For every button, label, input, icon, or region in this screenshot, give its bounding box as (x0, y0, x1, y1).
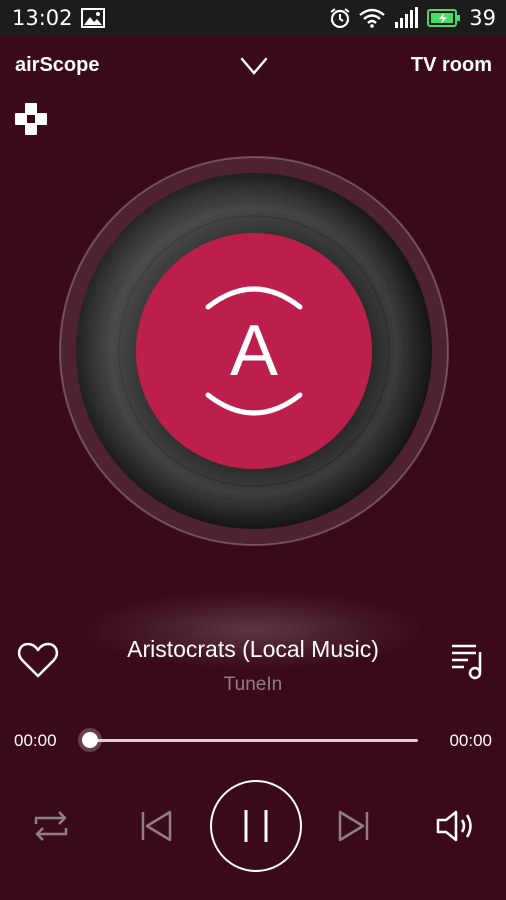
status-time: 13:02 (12, 6, 73, 30)
skip-previous-icon (141, 810, 172, 842)
collapse-button[interactable] (238, 50, 270, 82)
status-bar: 13:02 39 (0, 0, 506, 36)
battery-icon (427, 9, 461, 27)
tunein-icon[interactable] (14, 102, 48, 136)
repeat-button[interactable] (30, 806, 72, 846)
skip-next-icon (338, 810, 369, 842)
wifi-icon (359, 8, 386, 28)
status-right: 39 (329, 6, 496, 30)
volume-icon (436, 810, 472, 842)
pause-icon (244, 810, 268, 842)
top-bar: airScope TV room (0, 36, 506, 98)
repeat-icon (34, 811, 68, 841)
playback-controls (0, 778, 506, 874)
total-time: 00:00 (449, 731, 492, 750)
image-icon (80, 8, 105, 28)
signal-icon (395, 7, 419, 28)
alarm-icon (330, 8, 350, 29)
seek-track[interactable] (90, 739, 418, 742)
pause-button[interactable] (210, 780, 302, 872)
album-disc: A (58, 155, 450, 547)
chevron-down-icon (240, 57, 268, 75)
seek-thumb[interactable] (82, 732, 98, 748)
previous-button[interactable] (138, 808, 174, 844)
progress-bar: 00:00 00:00 (0, 722, 506, 758)
elapsed-time: 00:00 (14, 731, 57, 750)
playlist-icon (452, 644, 482, 680)
status-left: 13:02 (12, 6, 105, 30)
app-name: airScope (15, 54, 100, 76)
battery-level: 39 (469, 6, 496, 30)
track-source: TuneIn (223, 674, 283, 695)
favorite-button[interactable] (16, 638, 60, 682)
room-selector[interactable]: TV room (411, 54, 492, 77)
volume-button[interactable] (434, 806, 476, 846)
track-info: Aristocrats (Local Music) TuneIn (0, 622, 506, 702)
next-button[interactable] (336, 808, 372, 844)
track-title: Aristocrats (Local Music) (127, 636, 379, 662)
disc-logo-letter: A (230, 311, 278, 391)
heart-icon (17, 642, 59, 678)
playlist-button[interactable] (450, 640, 486, 680)
